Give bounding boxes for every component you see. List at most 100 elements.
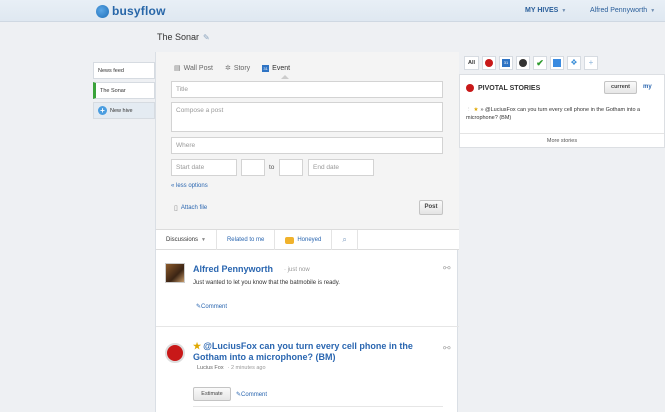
share-icon[interactable]: ⚯ [443, 343, 451, 354]
tab-check[interactable]: ✔ [533, 56, 547, 70]
share-icon[interactable]: ⚯ [443, 263, 451, 274]
tab-label: Honeyed [297, 237, 322, 243]
top-bar: busyflow MY HIVES ▼ Alfred Pennyworth ▼ [0, 0, 665, 22]
story-source[interactable]: Lucius Fox [197, 365, 224, 371]
attach-label: Attach file [180, 205, 208, 211]
pivotal-avatar[interactable] [165, 343, 185, 363]
search-tab[interactable]: ⌕ [332, 230, 358, 250]
comment-link[interactable]: ✎Comment [236, 391, 267, 398]
attach-file-link[interactable]: ▯ Attach file [174, 204, 207, 212]
drag-handle-icon[interactable]: ⋮ [466, 107, 472, 113]
less-options-link[interactable]: « less options [171, 183, 208, 189]
start-time-input[interactable] [241, 159, 265, 176]
plus-icon: + [588, 58, 594, 67]
post-composer: ▤ Wall Post ✲ Story 31 Event Title Compose … [156, 52, 459, 230]
tab-document[interactable] [550, 56, 564, 70]
tab-label: Wall Post [183, 64, 213, 72]
tab-dropbox[interactable]: ❖ [567, 56, 581, 70]
tab-github[interactable] [516, 56, 530, 70]
my-hives-menu[interactable]: MY HIVES ▼ [525, 7, 566, 14]
search-icon: ⌕ [342, 235, 347, 244]
chevron-down-icon: ▼ [561, 8, 567, 14]
end-date-input[interactable]: End date [308, 159, 374, 176]
busyflow-logo-icon [96, 4, 109, 18]
integration-tabs: All 31 ✔ ❖ + [464, 56, 598, 70]
wrench-icon[interactable]: ✎ [203, 33, 210, 42]
divider [193, 406, 443, 407]
composer-tabs: ▤ Wall Post ✲ Story 31 Event [174, 64, 290, 72]
pivotal-icon [466, 84, 474, 92]
star-icon[interactable]: ★ [193, 341, 201, 351]
sidebar-item-the-sonar[interactable]: The Sonar [93, 82, 155, 99]
logo[interactable]: busyflow [96, 4, 166, 18]
compose-textarea[interactable]: Compose a post [171, 102, 443, 132]
calendar-icon: 31 [502, 59, 510, 67]
tab-label: Discussions [166, 237, 199, 243]
tab-label: Related to me [226, 237, 265, 243]
star-icon[interactable]: ★ [474, 107, 479, 113]
story-title-text: @LuciusFox can you turn every cell phone… [193, 341, 413, 362]
sidebar-item-new-hive[interactable]: + New hive [93, 102, 155, 119]
more-stories-link[interactable]: More stories [460, 133, 664, 148]
post-button[interactable]: Post [419, 200, 443, 215]
tab-add[interactable]: + [584, 56, 598, 70]
github-icon [519, 59, 527, 67]
sidebar-item-news-feed[interactable]: News feed [93, 62, 155, 79]
story-text: » @LuciusFox can you turn every cell pho… [466, 107, 641, 121]
chevron-down-icon: ▼ [201, 237, 206, 243]
tab-pointer [281, 75, 289, 79]
hive-title-text: The Sonar [157, 32, 200, 42]
post-author[interactable]: Alfred Pennyworth [193, 264, 273, 274]
end-time-input[interactable] [279, 159, 303, 176]
new-hive-label: New hive [110, 107, 133, 114]
integrations-panel: All 31 ✔ ❖ + PIVOTAL STORIES current my … [459, 52, 665, 148]
plus-icon: + [98, 106, 107, 115]
dropbox-icon: ❖ [570, 58, 578, 67]
comment-label: Comment [241, 392, 268, 398]
tab-story[interactable]: ✲ Story [224, 64, 251, 73]
where-input[interactable]: Where [171, 137, 443, 154]
estimate-button[interactable]: Estimate [193, 387, 231, 401]
story-title[interactable]: ★ @LuciusFox can you turn every cell phon… [193, 341, 433, 363]
page-title: The Sonar ✎ [157, 32, 210, 42]
tab-honeyed[interactable]: Honeyed [275, 230, 333, 250]
list-item: Alfred Pennyworth · just now Just wanted… [156, 257, 459, 327]
speech-bubble-icon: ▤ [174, 65, 181, 72]
check-icon: ✔ [536, 58, 544, 68]
calendar-icon: 31 [262, 64, 270, 72]
tab-related-to-me[interactable]: Related to me [217, 230, 276, 250]
post-text: Just wanted to let you know that the bat… [193, 280, 340, 286]
tab-wall-post[interactable]: ▤ Wall Post [174, 64, 213, 73]
tab-pivotal[interactable] [482, 56, 496, 70]
honey-icon [285, 236, 295, 244]
user-name: Alfred Pennyworth [590, 7, 648, 14]
comment-link[interactable]: ✎Comment [196, 303, 227, 310]
gear-icon: ✲ [224, 65, 231, 72]
start-date-input[interactable]: Start date [171, 159, 237, 176]
panel-heading: PIVOTAL STORIES [466, 84, 540, 92]
comment-label: Comment [201, 304, 228, 310]
tab-all[interactable]: All [464, 56, 479, 70]
app-name: busyflow [112, 4, 166, 18]
tab-label: Event [272, 64, 291, 72]
document-icon: ▯ [174, 205, 178, 212]
my-link[interactable]: my [643, 84, 652, 90]
tab-event[interactable]: 31 Event [262, 64, 290, 72]
pivotal-icon [485, 59, 493, 67]
tab-calendar[interactable]: 31 [499, 56, 513, 70]
post-time: · just now [284, 267, 310, 273]
sidebar: News feed The Sonar + New hive [93, 62, 155, 122]
list-item: ★ @LuciusFox can you turn every cell phon… [156, 337, 459, 412]
avatar[interactable] [165, 263, 185, 283]
tab-discussions[interactable]: Discussions ▼ [156, 230, 217, 250]
current-button[interactable]: current [604, 81, 637, 94]
story-time: · 2 minutes ago [227, 365, 266, 371]
list-item[interactable]: ⋮ ★» @LuciusFox can you turn every cell p… [466, 106, 662, 122]
story-meta: Lucius Fox · 2 minutes ago [193, 365, 266, 371]
main-column: ▤ Wall Post ✲ Story 31 Event Title Compose … [155, 52, 459, 412]
my-hives-label: MY HIVES [525, 7, 559, 14]
tab-label: Story [233, 64, 251, 72]
discussion-tabs: Discussions ▼ Related to me Honeyed ⌕ [156, 230, 459, 250]
title-input[interactable]: Title [171, 81, 443, 98]
user-menu[interactable]: Alfred Pennyworth ▼ [590, 7, 655, 14]
